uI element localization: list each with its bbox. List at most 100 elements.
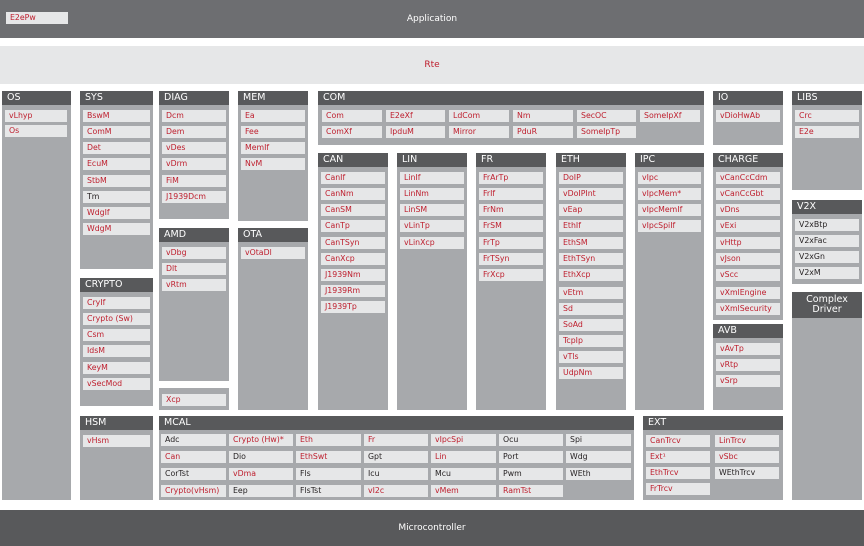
module-diag[interactable]: vDes <box>162 142 226 154</box>
module-mcal[interactable]: Crypto (Hw)* <box>229 434 293 446</box>
module-charge[interactable]: vCanCcCdm <box>716 172 780 184</box>
module-fr[interactable]: FrIf <box>479 188 543 200</box>
module-com[interactable]: IpduM <box>386 126 445 138</box>
module-mem[interactable]: NvM <box>241 158 305 170</box>
module-fr[interactable]: FrTp <box>479 237 543 249</box>
module-can[interactable]: CanTp <box>321 220 385 232</box>
module-fr[interactable]: FrNm <box>479 204 543 216</box>
module-mcal[interactable]: vMem <box>431 485 496 497</box>
module-can[interactable]: J1939Rm <box>321 285 385 297</box>
module-ipc[interactable]: vIpcSpiIf <box>638 220 701 232</box>
module-mcal[interactable]: Dio <box>229 451 293 463</box>
module-can[interactable]: CanIf <box>321 172 385 184</box>
module-mcal[interactable]: Eth <box>296 434 361 446</box>
module-charge[interactable]: vScc <box>716 269 780 281</box>
module-diag[interactable]: FiM <box>162 175 226 187</box>
module-e2epw[interactable]: E2ePw <box>6 12 68 24</box>
module-mem[interactable]: Ea <box>241 110 305 122</box>
module-mcal[interactable]: RamTst <box>499 485 563 497</box>
module-mcal[interactable]: Adc <box>161 434 226 446</box>
module-mcal[interactable]: FlsTst <box>296 485 361 497</box>
module-sys[interactable]: StbM <box>83 175 150 187</box>
module-mcal[interactable]: CorTst <box>161 468 226 480</box>
module-v2x[interactable]: V2xM <box>795 267 859 279</box>
module-com[interactable]: PduR <box>513 126 573 138</box>
module-diag[interactable]: J1939Dcm <box>162 191 226 203</box>
module-amd[interactable]: vDbg <box>162 247 226 259</box>
module-eth[interactable]: EthIf <box>559 220 623 232</box>
module-com[interactable]: SomeIpTp <box>577 126 636 138</box>
module-eth[interactable]: EthXcp <box>559 269 623 281</box>
module-fr[interactable]: FrXcp <box>479 269 543 281</box>
module-sys[interactable]: EcuM <box>83 158 150 170</box>
module-mcal[interactable]: Fr <box>364 434 428 446</box>
module-com[interactable]: Mirror <box>449 126 509 138</box>
module-mcal[interactable]: Port <box>499 451 563 463</box>
module-mcal[interactable]: Gpt <box>364 451 428 463</box>
module-mcal[interactable]: Can <box>161 451 226 463</box>
module-can[interactable]: CanTSyn <box>321 237 385 249</box>
module-ipc[interactable]: vIpcMem* <box>638 188 701 200</box>
module-can[interactable]: J1939Nm <box>321 269 385 281</box>
module-diag[interactable]: Dcm <box>162 110 226 122</box>
module-charge[interactable]: vCanCcGbt <box>716 188 780 200</box>
module-charge[interactable]: vExi <box>716 220 780 232</box>
module-libs[interactable]: E2e <box>795 126 859 138</box>
module-mem[interactable]: Fee <box>241 126 305 138</box>
module-can[interactable]: J1939Tp <box>321 301 385 313</box>
module-eth[interactable]: Sd <box>559 303 623 315</box>
module-crypto[interactable]: CryIf <box>83 297 150 309</box>
module-ipc[interactable]: vIpc <box>638 172 701 184</box>
module-fr[interactable]: FrArTp <box>479 172 543 184</box>
module-eth[interactable]: SoAd <box>559 319 623 331</box>
module-eth[interactable]: TcpIp <box>559 335 623 347</box>
module-mcal[interactable]: vIpcSpi <box>431 434 496 446</box>
module-ext[interactable]: FrTrcv <box>646 483 710 495</box>
module-lin[interactable]: LinNm <box>400 188 464 200</box>
module-can[interactable]: CanXcp <box>321 253 385 265</box>
module-crypto[interactable]: vSecMod <box>83 378 150 390</box>
module-lin[interactable]: LinSM <box>400 204 464 216</box>
module-ext[interactable]: Ext¹ <box>646 451 710 463</box>
module-avb[interactable]: vSrp <box>716 375 780 387</box>
module-v2x[interactable]: V2xGn <box>795 251 859 263</box>
module-mcal[interactable]: Wdg <box>566 451 631 463</box>
module-ext[interactable]: CanTrcv <box>646 435 710 447</box>
module-com[interactable]: Com <box>322 110 382 122</box>
module-mcal[interactable]: Icu <box>364 468 428 480</box>
module-lin[interactable]: vLinTp <box>400 220 464 232</box>
module-ext[interactable]: vSbc <box>715 451 779 463</box>
module-sys[interactable]: ComM <box>83 126 150 138</box>
module-os[interactable]: Os <box>5 125 67 137</box>
module-sys[interactable]: WdgM <box>83 223 150 235</box>
module-crypto[interactable]: IdsM <box>83 345 150 357</box>
module-v2x[interactable]: V2xBtp <box>795 219 859 231</box>
module-lin[interactable]: LinIf <box>400 172 464 184</box>
module-com[interactable]: SomeIpXf <box>640 110 700 122</box>
module-diag[interactable]: vDrm <box>162 158 226 170</box>
module-com[interactable]: E2eXf <box>386 110 445 122</box>
module-eth[interactable]: vEtm <box>559 287 623 299</box>
module-ota[interactable]: vOtaDl <box>241 247 305 259</box>
module-mcal[interactable]: vDma <box>229 468 293 480</box>
module-mcal[interactable]: Mcu <box>431 468 496 480</box>
module-charge[interactable]: vJson <box>716 253 780 265</box>
module-eth[interactable]: vTls <box>559 351 623 363</box>
module-com[interactable]: ComXf <box>322 126 382 138</box>
module-amd[interactable]: Dlt <box>162 263 226 275</box>
module-crypto[interactable]: Csm <box>83 329 150 341</box>
module-eth[interactable]: UdpNm <box>559 367 623 379</box>
module-charge[interactable]: vHttp <box>716 237 780 249</box>
module-eth[interactable]: vEap <box>559 204 623 216</box>
module-mcal[interactable]: Ocu <box>499 434 563 446</box>
module-com[interactable]: Nm <box>513 110 573 122</box>
module-fr[interactable]: FrSM <box>479 220 543 232</box>
module-ext[interactable]: LinTrcv <box>715 435 779 447</box>
module-com[interactable]: LdCom <box>449 110 509 122</box>
module-mcal[interactable]: Crypto(vHsm) <box>161 485 226 497</box>
module-mcal[interactable]: WEth <box>566 468 631 480</box>
module-ext[interactable]: WEthTrcv <box>715 467 779 479</box>
module-mcal[interactable]: Spi <box>566 434 631 446</box>
module-avb[interactable]: vRtp <box>716 359 780 371</box>
module-charge[interactable]: vXmlSecurity <box>716 303 780 315</box>
